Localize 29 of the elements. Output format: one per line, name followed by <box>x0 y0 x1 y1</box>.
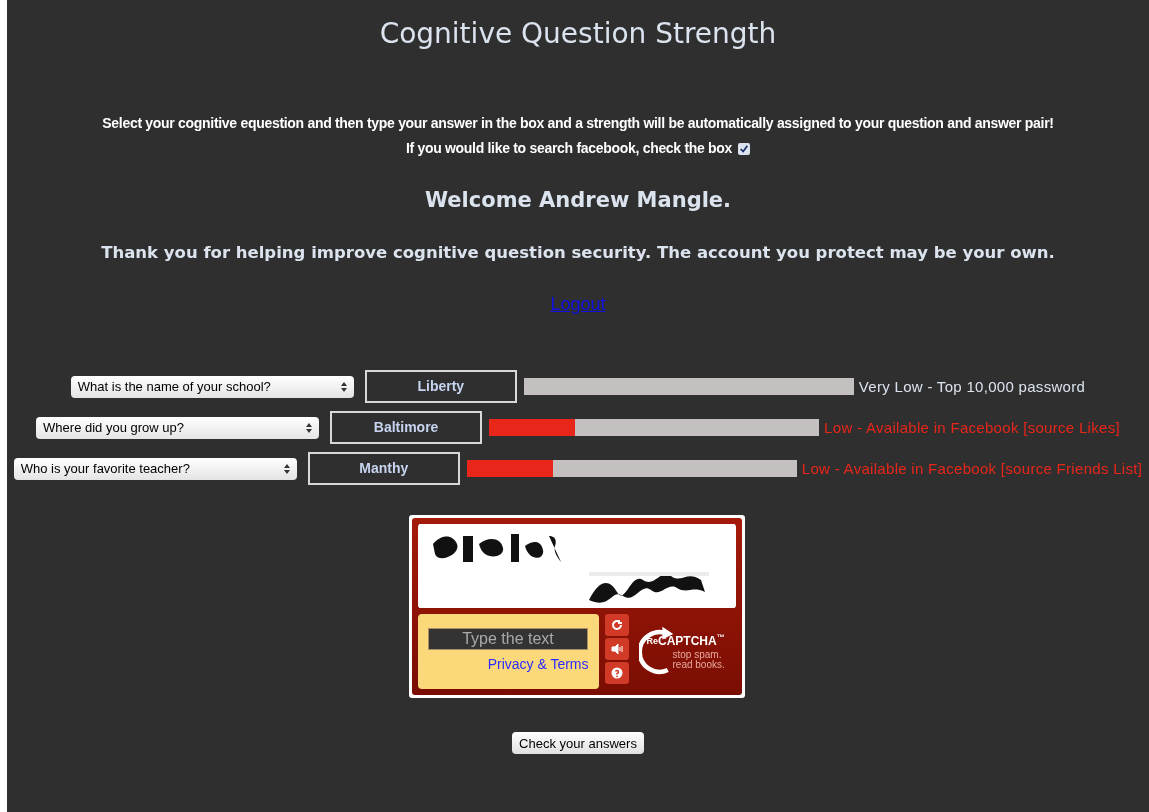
welcome-heading: Welcome Andrew Mangle. <box>424 187 732 214</box>
help-icon[interactable] <box>604 662 629 685</box>
select-arrows-icon <box>283 463 290 474</box>
answer-field[interactable]: Liberty <box>364 370 517 404</box>
strength-label: Low - Available in Facebook [source Friends List] <box>801 458 1143 479</box>
strength-label: Very Low - Top 10,000 password <box>858 376 1086 397</box>
facebook-checkbox[interactable] <box>738 142 751 155</box>
brand-prefix: Re <box>646 635 658 649</box>
captcha-input[interactable]: Type the text <box>428 628 588 651</box>
question-select[interactable]: Where did you grow up? <box>36 416 320 439</box>
facebook-label: If you would like to search facebook, check the box <box>405 139 733 158</box>
question-select[interactable]: What is the name of your school? <box>70 375 354 398</box>
select-arrows-icon <box>340 381 347 392</box>
reload-icon[interactable] <box>604 614 629 637</box>
intro-text: Select your cognitive equestion and then type your answer in the box and a strength will be automatically assigned to your question and answer pair! <box>102 114 1054 132</box>
page-title: Cognitive Question Strength <box>379 16 777 52</box>
check-answers-button[interactable]: Check your answers <box>512 732 644 755</box>
tagline-text: read books. <box>672 660 725 671</box>
tagline-text: stop spam. <box>672 650 722 661</box>
privacy-terms-link[interactable]: Privacy & Terms <box>487 654 589 676</box>
brand-name: CAPTCHA <box>658 633 717 650</box>
strength-label: Low - Available in Facebook [source Likes] <box>824 417 1120 438</box>
answer-field[interactable]: Manthy <box>307 452 460 486</box>
select-arrows-icon <box>306 422 313 433</box>
audio-icon[interactable] <box>604 638 629 661</box>
answer-field[interactable]: Baltimore <box>330 411 483 445</box>
thanks-text: Thank you for helping improve cognitive question security. The account you protect may be your own. <box>101 241 1055 264</box>
trademark-mark: ™ <box>716 632 725 643</box>
question-select[interactable]: Who is your favorite teacher? <box>13 457 297 480</box>
